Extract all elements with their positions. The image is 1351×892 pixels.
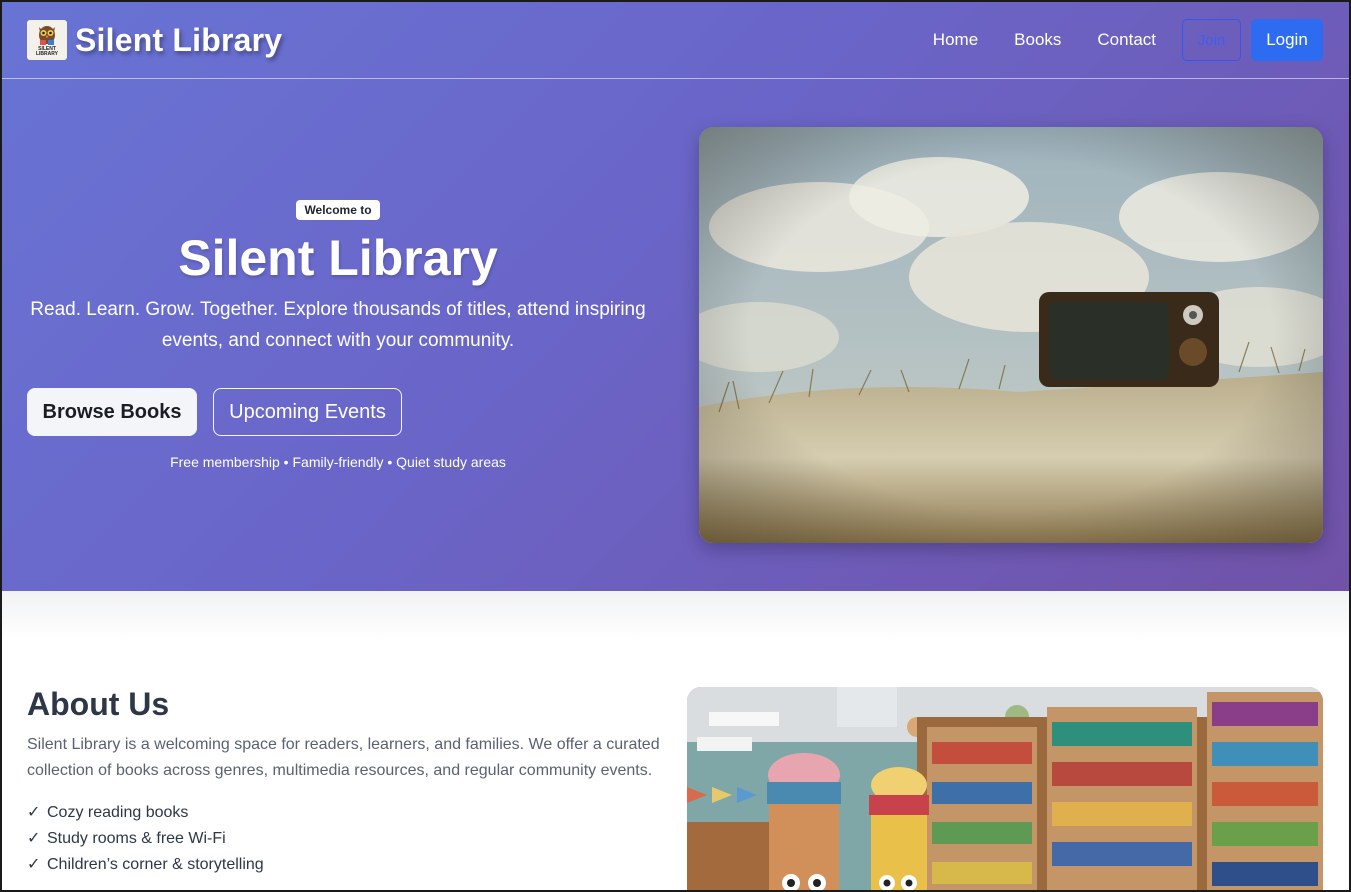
welcome-badge: Welcome to [296,200,380,220]
brand-link[interactable]: SILENT LIBRARY Silent Library [27,20,282,60]
list-item: ✓ Cozy reading books [27,800,264,826]
nav-books[interactable]: Books [1014,19,1061,61]
hero-title: Silent Library [178,230,498,286]
list-item: ✓ Children’s corner & storytelling [27,852,264,878]
hero-actions: Browse Books Upcoming Events [27,388,402,436]
feature-text: Study rooms & free Wi-Fi [47,830,226,847]
nav-contact[interactable]: Contact [1097,19,1156,61]
about-section-shadow [0,591,1351,641]
nav-home[interactable]: Home [933,19,978,61]
upcoming-events-button[interactable]: Upcoming Events [213,388,402,436]
about-description: Silent Library is a welcoming space for … [27,736,660,779]
main-nav: Home Books Contact Join Login [933,19,1323,61]
about-image-library-interior [687,687,1323,892]
feature-text: Cozy reading books [47,804,189,821]
about-features-list: ✓ Cozy reading books ✓ Study rooms & free … [27,800,264,878]
join-button[interactable]: Join [1182,19,1241,61]
hero-text: Welcome to Silent Library Read. Learn. G… [12,200,664,356]
login-button[interactable]: Login [1251,19,1323,61]
list-item: ✓ Study rooms & free Wi-Fi [27,826,264,852]
check-icon: ✓ [27,804,41,821]
hero-subtitle: Read. Learn. Grow. Together. Explore tho… [30,299,646,351]
hero-image-tv-on-dunes [699,127,1323,543]
about-title: About Us [27,686,170,722]
check-icon: ✓ [27,830,41,847]
owl-logo-icon: SILENT LIBRARY [27,20,67,60]
brand-name: Silent Library [75,21,283,58]
check-icon: ✓ [27,856,41,873]
hero-tagline: Free membership • Family-friendly • Quie… [170,454,506,470]
logo-text: SILENT LIBRARY [35,46,59,57]
navbar: SILENT LIBRARY Silent Library Home Books… [0,0,1351,79]
feature-text: Children’s corner & storytelling [47,856,264,873]
browse-books-button[interactable]: Browse Books [27,388,197,436]
